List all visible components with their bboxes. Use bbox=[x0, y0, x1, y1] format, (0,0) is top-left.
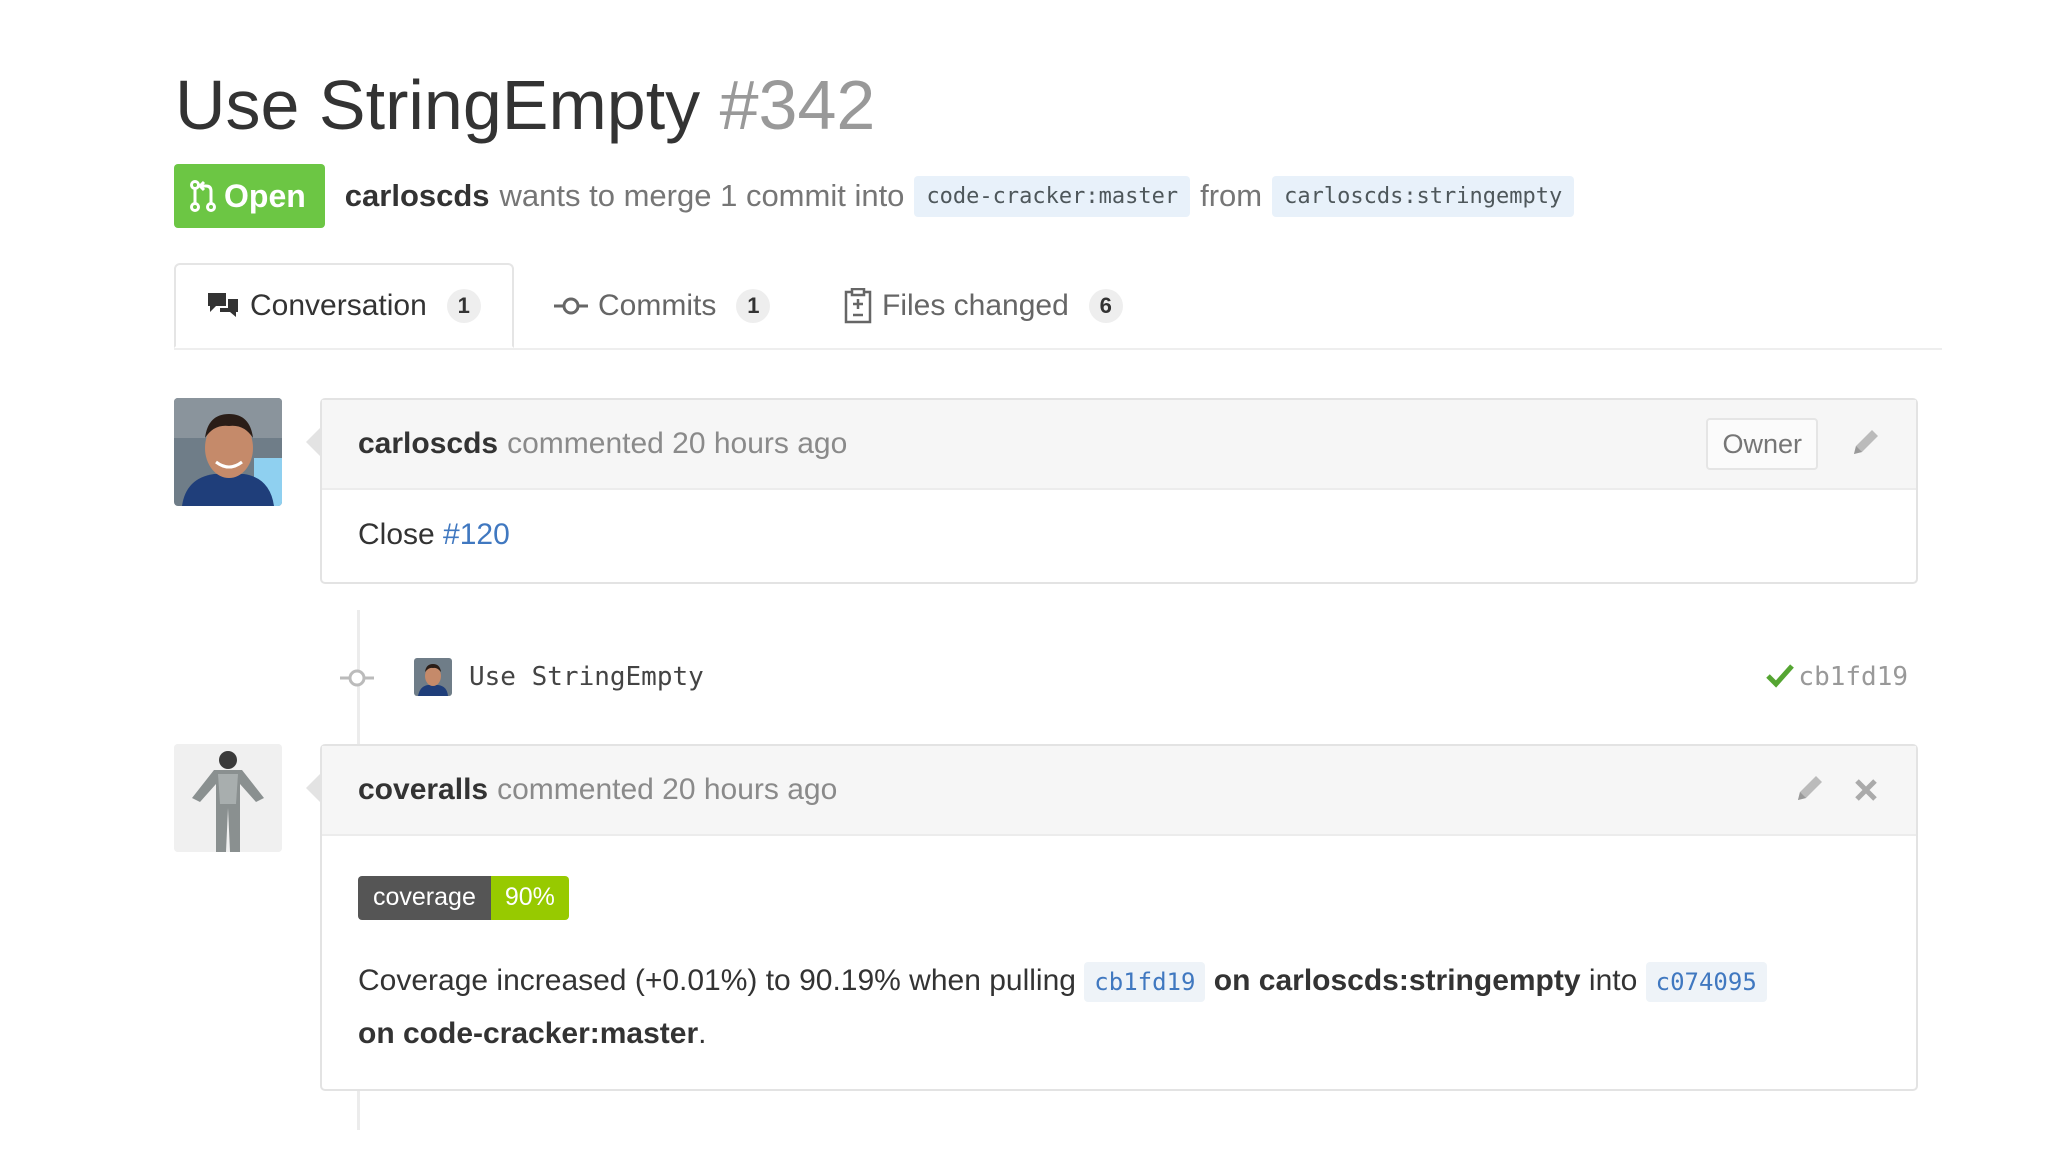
merge-text: wants to merge 1 commit into bbox=[499, 178, 905, 213]
pr-number: #342 bbox=[719, 66, 876, 144]
comment-timestamp[interactable]: commented 20 hours ago bbox=[507, 427, 847, 461]
comment-body: coverage 90% Coverage increased (+0.01%)… bbox=[322, 836, 1916, 1089]
owner-badge: Owner bbox=[1706, 418, 1818, 470]
tab-counter: 6 bbox=[1088, 288, 1123, 323]
commit-row: Use StringEmpty cb1fd19 bbox=[340, 650, 1920, 706]
period-text: . bbox=[698, 1017, 707, 1050]
git-commit-icon bbox=[340, 664, 374, 695]
comment-coveralls: coveralls commented 20 hours ago coverag… bbox=[306, 744, 1918, 1091]
state-badge: Open bbox=[174, 164, 325, 228]
avatar[interactable] bbox=[174, 398, 282, 506]
close-icon[interactable] bbox=[1854, 776, 1878, 810]
coverage-label: coverage bbox=[358, 875, 491, 920]
head-sha-link[interactable]: cb1fd19 bbox=[1084, 962, 1206, 1002]
issue-link[interactable]: #120 bbox=[443, 518, 510, 551]
state-label: Open bbox=[224, 177, 306, 214]
pencil-icon[interactable] bbox=[1792, 772, 1826, 814]
check-icon[interactable] bbox=[1766, 662, 1794, 695]
git-pull-request-icon bbox=[190, 179, 216, 213]
commit-sha[interactable]: cb1fd19 bbox=[1798, 662, 1908, 692]
pr-tabs: Conversation 1 Commits 1 Files changed 6 bbox=[174, 263, 1942, 350]
commit-message[interactable]: Use StringEmpty bbox=[469, 662, 704, 692]
coverage-message: Coverage increased (+0.01%) to 90.19% wh… bbox=[358, 955, 1878, 1059]
pr-meta: Open carloscds wants to merge 1 commit i… bbox=[174, 163, 1584, 229]
pr-title-text: Use StringEmpty bbox=[175, 66, 701, 144]
comment-header: coveralls commented 20 hours ago bbox=[306, 746, 1916, 836]
comment-text: Close bbox=[358, 518, 435, 551]
tab-label: Files changed bbox=[882, 288, 1069, 322]
head-branch[interactable]: carloscds:stringempty bbox=[1272, 175, 1575, 217]
coverage-value: 90% bbox=[490, 875, 569, 920]
tab-counter: 1 bbox=[446, 288, 481, 323]
pencil-icon[interactable] bbox=[1848, 426, 1882, 468]
coverage-text: Coverage increased (+0.01%) to 90.19% wh… bbox=[358, 964, 1076, 997]
tab-conversation[interactable]: Conversation 1 bbox=[174, 263, 514, 348]
commit-author-avatar[interactable] bbox=[414, 658, 452, 696]
comment-timestamp[interactable]: commented 20 hours ago bbox=[497, 773, 837, 807]
from-text: from bbox=[1200, 178, 1263, 213]
comment-author-link[interactable]: coveralls bbox=[358, 773, 488, 807]
diff-icon bbox=[844, 287, 872, 324]
head-branch-text: on carloscds:stringempty bbox=[1213, 964, 1581, 997]
tab-label: Conversation bbox=[250, 288, 427, 322]
comment-body: Close #120 bbox=[322, 490, 1916, 582]
coverage-badge[interactable]: coverage 90% bbox=[358, 875, 569, 920]
tab-commits[interactable]: Commits 1 bbox=[554, 263, 771, 348]
base-sha-link[interactable]: c074095 bbox=[1645, 962, 1767, 1002]
tab-label: Commits bbox=[598, 288, 717, 322]
comment-carloscds: carloscds commented 20 hours ago Owner C… bbox=[306, 398, 1918, 584]
comment-discussion-icon bbox=[206, 291, 240, 321]
avatar[interactable] bbox=[174, 744, 282, 852]
git-commit-icon bbox=[554, 296, 588, 316]
base-branch-text: on code-cracker:master bbox=[358, 1017, 699, 1050]
base-branch[interactable]: code-cracker:master bbox=[914, 175, 1191, 217]
into-text: into bbox=[1588, 964, 1638, 997]
pr-author-link[interactable]: carloscds bbox=[345, 178, 490, 214]
comment-author-link[interactable]: carloscds bbox=[358, 427, 498, 461]
tab-counter: 1 bbox=[736, 288, 771, 323]
pr-title: Use StringEmpty #342 bbox=[175, 60, 875, 150]
tab-files-changed[interactable]: Files changed 6 bbox=[844, 263, 1123, 348]
comment-header: carloscds commented 20 hours ago Owner bbox=[306, 400, 1916, 490]
